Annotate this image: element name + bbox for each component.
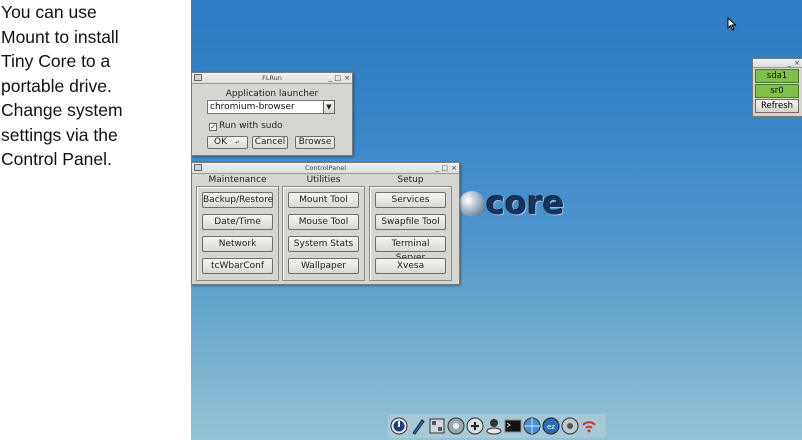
terminal-icon[interactable]: [504, 417, 522, 435]
mount-tool-button[interactable]: Mount Tool: [288, 192, 359, 208]
minimize-button[interactable]: _: [436, 163, 440, 173]
control-panel-icon[interactable]: [428, 417, 446, 435]
control-panel-window: ControlPanel _ □ × Maintenance Backup/Re…: [191, 162, 460, 285]
mount-icon[interactable]: [466, 417, 484, 435]
ok-button[interactable]: OK ↵: [207, 136, 248, 149]
wifi-icon[interactable]: [580, 417, 598, 435]
mount-sr0-button[interactable]: sr0: [755, 84, 799, 98]
maintenance-heading: Maintenance: [208, 175, 267, 185]
run-with-sudo-label: Run with sudo: [219, 121, 283, 131]
tinycore-logo: core: [459, 184, 564, 222]
power-icon[interactable]: [390, 417, 408, 435]
settings-icon[interactable]: [561, 417, 579, 435]
services-button[interactable]: Services: [375, 192, 446, 208]
swapfile-tool-button[interactable]: Swapfile Tool: [375, 214, 446, 230]
command-dropdown-button[interactable]: ▼: [323, 100, 335, 114]
backup-restore-button[interactable]: Backup/Restore: [202, 192, 273, 208]
run-icon[interactable]: [485, 417, 503, 435]
control-panel-titlebar[interactable]: ControlPanel _ □ ×: [192, 163, 459, 174]
control-panel-title: ControlPanel: [304, 164, 347, 172]
browser-icon[interactable]: [523, 417, 541, 435]
apps-icon[interactable]: [447, 417, 465, 435]
maximize-button[interactable]: □: [441, 163, 448, 173]
mount-sda1-button[interactable]: sda1: [755, 69, 799, 83]
run-with-sudo-checkbox[interactable]: ✓: [209, 123, 217, 131]
utilities-heading: Utilities: [306, 175, 341, 185]
refresh-button[interactable]: Refresh: [755, 99, 799, 113]
flrun-title: FLRun: [262, 74, 282, 82]
window-menu-icon[interactable]: [194, 164, 202, 171]
caption-panel: You can use Mount to install Tiny Core t…: [0, 0, 188, 440]
mount-panel-titlebar[interactable]: _ ×: [753, 59, 802, 68]
tcwbarconf-button[interactable]: tcWbarConf: [202, 258, 273, 274]
date-time-button[interactable]: Date/Time: [202, 214, 273, 230]
window-menu-icon[interactable]: [194, 74, 202, 81]
caption-text: You can use Mount to install Tiny Core t…: [1, 2, 123, 169]
mouse-cursor-icon: [727, 17, 737, 31]
wbar-dock: ez: [388, 414, 606, 438]
logo-text: core: [486, 184, 565, 222]
editor-icon[interactable]: [409, 417, 427, 435]
flrun-titlebar[interactable]: FLRun _ □ ×: [192, 73, 352, 84]
close-button[interactable]: ×: [451, 163, 457, 173]
xvesa-button[interactable]: Xvesa: [375, 258, 446, 274]
close-button[interactable]: ×: [344, 73, 350, 83]
terminal-server-button[interactable]: Terminal Server: [375, 236, 446, 263]
ok-label: OK: [214, 137, 227, 147]
desktop[interactable]: core FLRun _ □ × Application launcher ch…: [191, 0, 802, 440]
cancel-button[interactable]: Cancel: [252, 136, 288, 149]
logo-ball-icon: [459, 191, 485, 217]
setup-heading: Setup: [397, 175, 424, 185]
network-button[interactable]: Network: [202, 236, 273, 252]
launcher-heading: Application launcher: [225, 89, 319, 99]
browse-button[interactable]: Browse: [295, 136, 335, 149]
minimize-button[interactable]: _: [788, 59, 792, 67]
svg-text:ez: ez: [547, 423, 555, 431]
maximize-button[interactable]: □: [334, 73, 341, 83]
minimize-button[interactable]: _: [329, 73, 333, 83]
mount-panel: _ × sda1 sr0 Refresh: [752, 58, 802, 117]
mouse-tool-button[interactable]: Mouse Tool: [288, 214, 359, 230]
wallpaper-button[interactable]: Wallpaper: [288, 258, 359, 274]
command-input[interactable]: chromium-browser: [207, 100, 326, 114]
flrun-window: FLRun _ □ × Application launcher chromiu…: [191, 72, 353, 156]
return-key-icon: ↵: [235, 139, 241, 146]
ezremaster-icon[interactable]: ez: [542, 417, 560, 435]
close-button[interactable]: ×: [794, 59, 800, 67]
system-stats-button[interactable]: System Stats: [288, 236, 359, 252]
